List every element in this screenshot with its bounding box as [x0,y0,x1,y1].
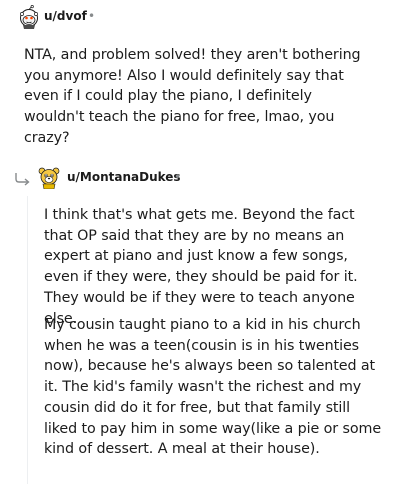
thread-line[interactable] [27,196,28,484]
meta-separator: • [174,170,182,184]
snoo-avatar-icon[interactable] [17,5,41,29]
reply-arrow-icon [14,171,32,186]
comment-author[interactable]: u/dvof [44,9,87,23]
comment-body-paragraph: I think that's what gets me. Beyond the … [44,207,358,327]
bear-avatar-icon[interactable] [37,165,61,189]
comment-body: NTA, and problem solved! they aren't bot… [24,47,361,146]
comment-body-paragraph: My cousin taught piano to a kid in his c… [44,317,382,458]
meta-separator: • [88,9,96,23]
comment-author[interactable]: u/MontanaDukes [67,170,181,184]
